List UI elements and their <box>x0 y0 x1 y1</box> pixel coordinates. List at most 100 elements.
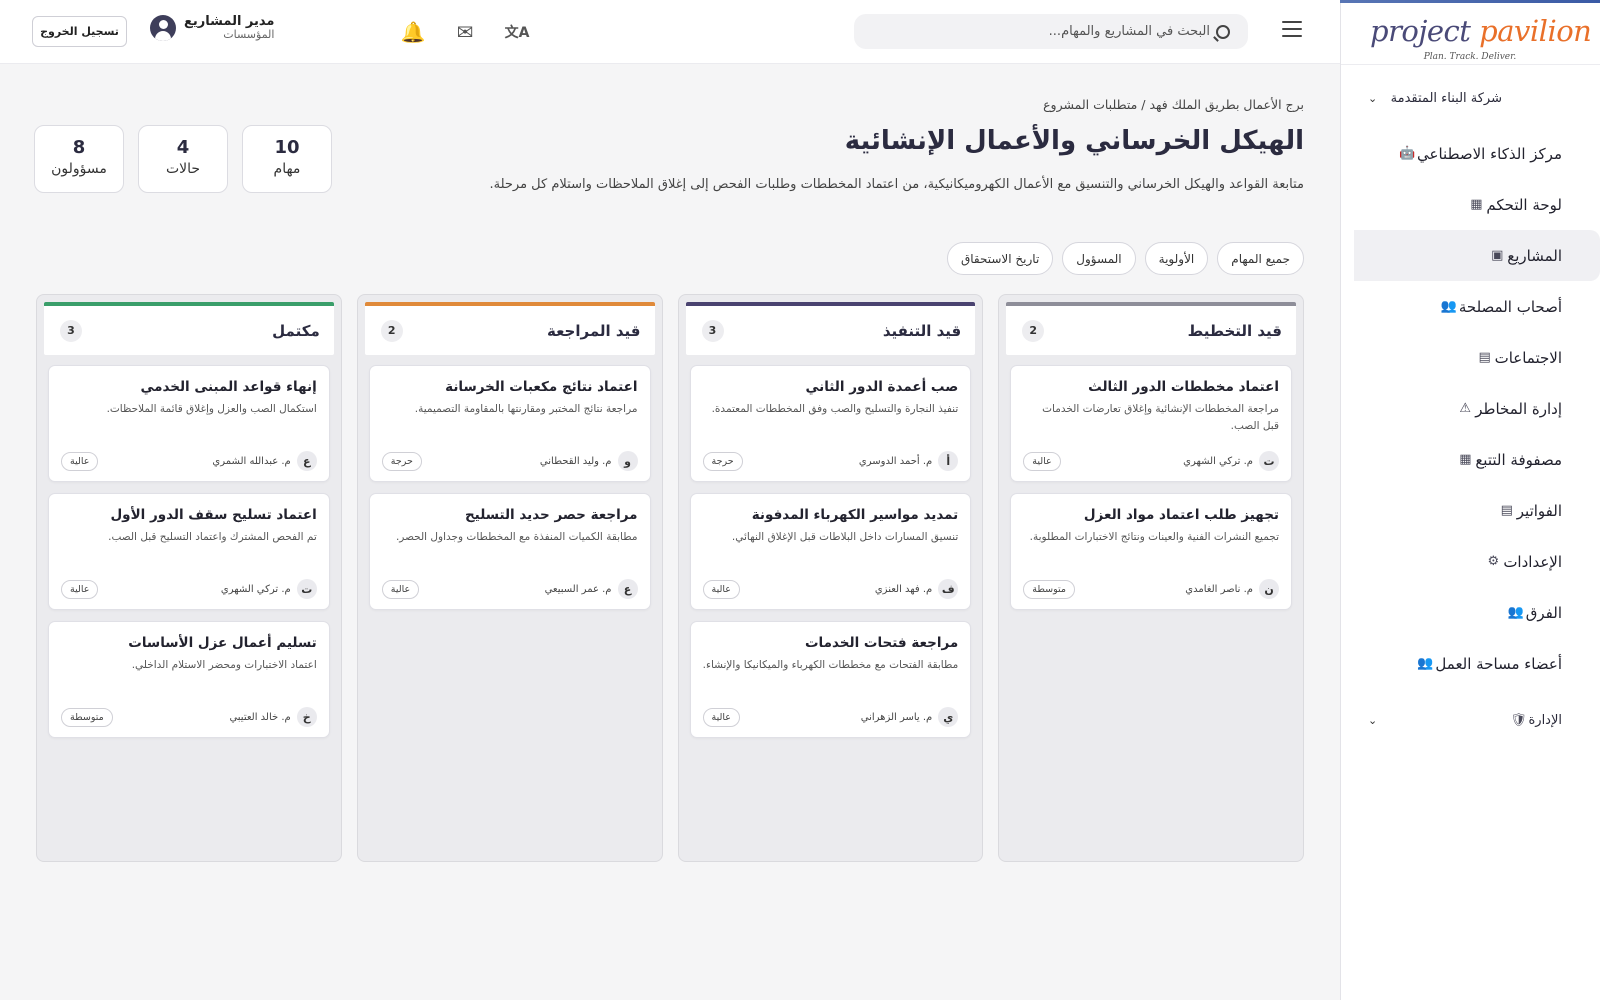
task-card[interactable]: صب أعمدة الدور الثاني تنفيذ النجارة والت… <box>689 365 972 482</box>
task-title: تجهيز طلب اعتماد مواد العزل <box>1083 507 1279 523</box>
mail-icon[interactable]: ✉ <box>452 20 478 44</box>
task-assignee[interactable]: ت م. تركي الشهري <box>1183 451 1279 471</box>
stat-statuses: 4 حالات <box>138 125 228 193</box>
sidebar-item-ai-center[interactable]: مركز الذكاء الاصطناعي 🤖 <box>1340 128 1600 179</box>
task-footer: ف م. فهد العنزي عالية <box>702 579 959 599</box>
assignee-avatar: خ <box>296 707 317 727</box>
sidebar-item-admin[interactable]: الإدارة 🛡 ⌄ <box>1340 708 1600 732</box>
column-title: قيد التخطيط <box>1187 321 1282 340</box>
task-description: تجميع النشرات الفنية والعينات ونتائج الا… <box>1029 531 1279 543</box>
kanban-column: قيد التخطيط 2 اعتماد مخططات الدور الثالث… <box>998 294 1304 862</box>
avatar <box>150 15 176 41</box>
user-name: مدير المشاريع <box>184 14 275 30</box>
task-title: تسليم أعمال عزل الأساسات <box>128 635 317 651</box>
assignee-name: م. تركي الشهري <box>220 583 291 595</box>
task-assignee[interactable]: ع م. عبدالله الشمري <box>212 451 317 471</box>
column-header[interactable]: قيد التخطيط 2 <box>1006 302 1296 355</box>
task-title: مراجعة فتحات الخدمات <box>804 635 959 651</box>
assignee-name: م. عبدالله الشمري <box>212 455 291 467</box>
user-menu[interactable]: مدير المشاريع المؤسسات <box>150 15 274 41</box>
sidebar-item-members[interactable]: أعضاء مساحة العمل 👥 <box>1340 638 1600 689</box>
search-icon <box>1216 24 1230 39</box>
task-card[interactable]: تجهيز طلب اعتماد مواد العزل تجميع النشرا… <box>1010 493 1292 610</box>
sidebar-item-stakeholders[interactable]: أصحاب المصلحة 👥 <box>1340 281 1600 332</box>
task-card[interactable]: اعتماد مخططات الدور الثالث مراجعة المخطط… <box>1010 365 1292 482</box>
sidebar-item-traceability[interactable]: مصفوفة التتبع ▦ <box>1340 434 1600 485</box>
task-card[interactable]: مراجعة حصر حديد التسليح مطابقة الكميات ا… <box>368 493 651 610</box>
task-description: تم الفحص المشترك واعتماد التسليح قبل الص… <box>108 531 317 543</box>
task-card[interactable]: تسليم أعمال عزل الأساسات اعتماد الاختبار… <box>48 621 330 738</box>
search-input[interactable] <box>872 24 1210 39</box>
assignee-avatar: ي <box>938 707 959 727</box>
task-card[interactable]: إنهاء قواعد المبنى الخدمي استكمال الصب و… <box>48 365 330 482</box>
sidebar-item-settings[interactable]: الإعدادات ⚙ <box>1340 536 1600 587</box>
members-icon: 👥 <box>1417 656 1434 671</box>
sidebar-item-meetings[interactable]: الاجتماعات ▤ <box>1340 332 1600 383</box>
people-icon: 👥 <box>1440 299 1457 314</box>
logo[interactable]: project pavilion Plan. Track. Deliver. <box>1370 14 1592 62</box>
filter-priority[interactable]: الأولوية <box>1144 242 1209 275</box>
sidebar-item-teams[interactable]: الفرق 👥 <box>1340 587 1600 638</box>
task-card[interactable]: مراجعة فتحات الخدمات مطابقة الفتحات مع م… <box>689 621 972 738</box>
logo-tagline: Plan. Track. Deliver. <box>1423 52 1517 62</box>
breadcrumb[interactable]: برج الأعمال بطريق الملك فهد / متطلبات ال… <box>1043 97 1304 112</box>
task-description: مراجعة المخططات الإنشائية وإغلاق تعارضات… <box>1042 403 1279 432</box>
warning-icon: ⚠ <box>1459 401 1472 416</box>
task-title: اعتماد نتائج مكعبات الخرسانة <box>445 379 638 395</box>
column-header[interactable]: مكتمل 3 <box>44 302 334 355</box>
search-box[interactable] <box>854 14 1248 49</box>
menu-icon[interactable] <box>1282 21 1302 37</box>
column-count-badge: 2 <box>1022 319 1045 342</box>
gear-icon: ⚙ <box>1487 554 1500 569</box>
sidebar-item-projects[interactable]: المشاريع ▣ <box>1354 230 1600 281</box>
task-footer: أ م. أحمد الدوسري حرجة <box>702 451 959 471</box>
task-assignee[interactable]: ن م. ناصر الغامدي <box>1185 579 1279 599</box>
task-assignee[interactable]: ي م. ياسر الزهراني <box>861 707 959 727</box>
filter-assignee[interactable]: المسؤول <box>1062 242 1136 275</box>
task-description: استكمال الصب والعزل وإغلاق قائمة الملاحظ… <box>106 403 317 415</box>
assignee-name: م. تركي الشهري <box>1183 455 1253 467</box>
task-assignee[interactable]: ع م. عمر السبيعي <box>545 579 638 599</box>
column-header[interactable]: قيد التنفيذ 3 <box>685 302 976 355</box>
priority-badge: عالية <box>61 451 99 471</box>
assignee-name: م. خالد العتيبي <box>229 711 291 723</box>
page-description: متابعة القواعد والهيكل الخرساني والتنسيق… <box>489 177 1304 192</box>
priority-badge: عالية <box>702 707 740 727</box>
invoice-icon: ▤ <box>1500 503 1513 518</box>
filter-all-tasks[interactable]: جميع المهام <box>1217 242 1304 275</box>
task-card[interactable]: تمديد مواسير الكهرباء المدفونة تنسيق الم… <box>689 493 972 610</box>
task-title: تمديد مواسير الكهرباء المدفونة <box>751 507 959 523</box>
task-footer: خ م. خالد العتيبي متوسطة <box>61 707 317 727</box>
column-title: قيد التنفيذ <box>882 321 962 340</box>
filter-due-date[interactable]: تاريخ الاستحقاق <box>946 242 1054 275</box>
assignee-name: م. عمر السبيعي <box>544 583 612 595</box>
task-description: مراجعة نتائج المختبر ومقارنتها بالمقاومة… <box>414 403 638 415</box>
task-assignee[interactable]: ف م. فهد العنزي <box>875 579 959 599</box>
sidebar-item-dashboard[interactable]: لوحة التحكم ▦ <box>1340 179 1600 230</box>
task-card[interactable]: اعتماد تسليح سقف الدور الأول تم الفحص ال… <box>48 493 330 610</box>
kanban-column: مكتمل 3 إنهاء قواعد المبنى الخدمي استكما… <box>36 294 342 862</box>
company-selector[interactable]: شركة البناء المتقدمة ⌄ <box>1340 84 1600 112</box>
task-assignee[interactable]: أ م. أحمد الدوسري <box>859 451 959 471</box>
sidebar-item-risk[interactable]: إدارة المخاطر ⚠ <box>1340 383 1600 434</box>
priority-badge: عالية <box>381 579 420 599</box>
task-assignee[interactable]: و م. وليد القحطاني <box>540 451 638 471</box>
task-assignee[interactable]: ت م. تركي الشهري <box>221 579 317 599</box>
sidebar-item-invoices[interactable]: الفواتير ▤ <box>1340 485 1600 536</box>
column-header[interactable]: قيد المراجعة 2 <box>364 302 655 355</box>
stats-panel: 8 مسؤولون 4 حالات 10 مهام <box>34 125 332 193</box>
filter-chips: جميع المهام الأولوية المسؤول تاريخ الاست… <box>946 242 1304 275</box>
task-assignee[interactable]: خ م. خالد العتيبي <box>229 707 317 727</box>
translate-icon[interactable]: 文A <box>504 20 530 44</box>
sidebar-nav: مركز الذكاء الاصطناعي 🤖 لوحة التحكم ▦ المش… <box>1340 128 1600 689</box>
task-description: مطابقة الفتحات مع مخططات الكهرباء والميك… <box>702 659 959 671</box>
task-footer: ت م. تركي الشهري عالية <box>61 579 317 599</box>
column-count-badge: 2 <box>380 319 403 342</box>
bell-icon[interactable]: 🔔 <box>400 20 426 44</box>
task-footer: ي م. ياسر الزهراني عالية <box>702 707 959 727</box>
assignee-avatar: ن <box>1259 579 1279 599</box>
logout-button[interactable]: تسجيل الخروج <box>32 16 127 47</box>
stat-tasks: 10 مهام <box>242 125 332 193</box>
assignee-avatar: ت <box>296 579 317 599</box>
task-card[interactable]: اعتماد نتائج مكعبات الخرسانة مراجعة نتائ… <box>368 365 651 482</box>
